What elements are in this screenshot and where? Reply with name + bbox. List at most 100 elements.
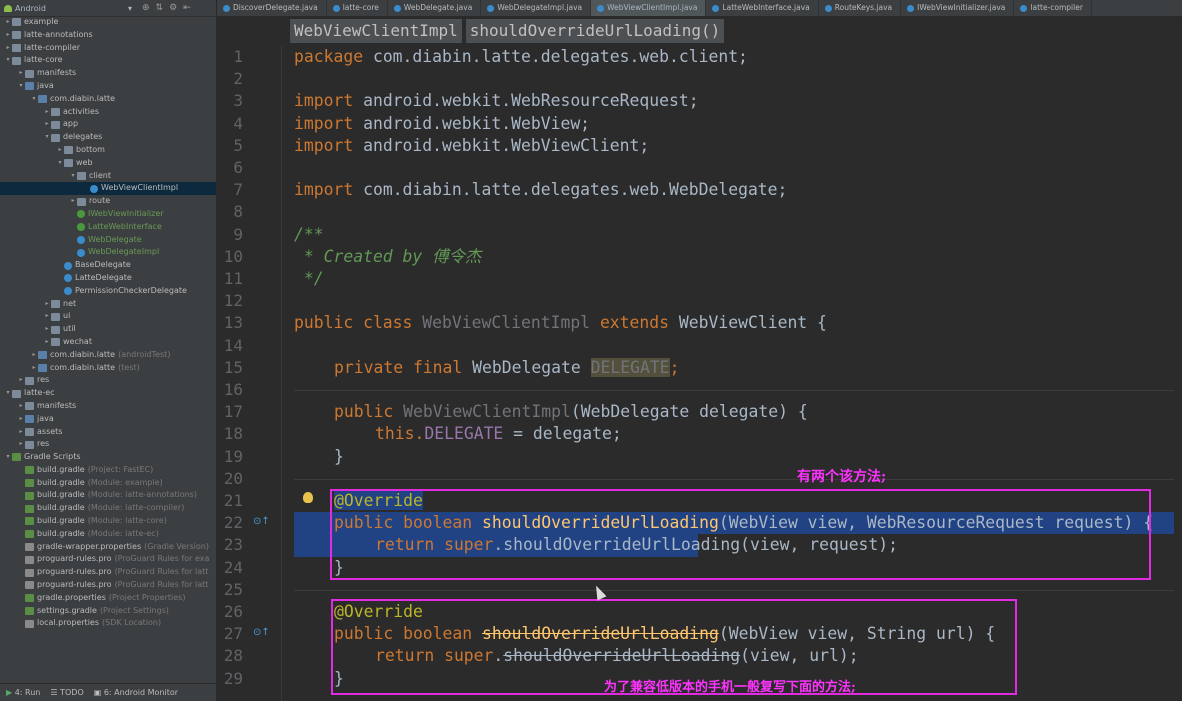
tree-item[interactable]: PermissionCheckerDelegate	[0, 285, 216, 298]
collapsed-arrow-icon[interactable]: ▸	[43, 323, 51, 336]
tree-item[interactable]: ▸ app	[0, 118, 216, 131]
editor-tab[interactable]: latte-compiler	[1014, 0, 1092, 16]
tree-item[interactable]: LatteWebInterface	[0, 221, 216, 234]
tree-item[interactable]: ▸ latte-annotations	[0, 29, 216, 42]
lightbulb-icon[interactable]	[303, 492, 313, 503]
tree-item[interactable]: gradle.properties (Project Properties)	[0, 592, 216, 605]
editor-tab[interactable]: RouteKeys.java	[819, 0, 902, 16]
tree-item[interactable]: ▸ bottom	[0, 144, 216, 157]
tree-item[interactable]: build.gradle (Module: latte-compiler)	[0, 502, 216, 515]
collapsed-arrow-icon[interactable]: ▸	[69, 195, 77, 208]
tree-item[interactable]: ▸ activities	[0, 106, 216, 119]
collapsed-arrow-icon[interactable]: ▸	[43, 118, 51, 131]
tree-item[interactable]: ▸ net	[0, 298, 216, 311]
expanded-arrow-icon[interactable]: ▾	[4, 387, 12, 400]
override-gutter-icon[interactable]: ⊙↑	[253, 516, 270, 527]
collapsed-arrow-icon[interactable]: ▸	[17, 400, 25, 413]
editor-tab[interactable]: LatteWebInterface.java	[706, 0, 819, 16]
collapsed-arrow-icon[interactable]: ▸	[17, 67, 25, 80]
editor-tab[interactable]: latte-core	[327, 0, 388, 16]
tree-item[interactable]: build.gradle (Module: latte-ec)	[0, 528, 216, 541]
expanded-arrow-icon[interactable]: ▾	[43, 131, 51, 144]
tree-item[interactable]: gradle-wrapper.properties (Gradle Version…	[0, 541, 216, 554]
tree-item[interactable]: IWebViewInitializer	[0, 208, 216, 221]
tree-item[interactable]: ▾ web	[0, 157, 216, 170]
tree-item[interactable]: ▸ util	[0, 323, 216, 336]
editor-tab[interactable]: IWebViewInitializer.java	[901, 0, 1015, 16]
tree-item[interactable]: ▾ com.diabin.latte	[0, 93, 216, 106]
tree-item[interactable]: build.gradle (Module: latte-core)	[0, 515, 216, 528]
tree-item[interactable]: proguard-rules.pro (ProGuard Rules for la…	[0, 579, 216, 592]
collapsed-arrow-icon[interactable]: ▸	[30, 362, 38, 375]
tree-item[interactable]: ▸ manifests	[0, 67, 216, 80]
collapse-icon[interactable]: ⇅	[156, 3, 164, 13]
tree-item[interactable]: ▸ com.diabin.latte (test)	[0, 362, 216, 375]
editor-tab[interactable]: WebViewClientImpl.java	[591, 0, 707, 16]
tree-item[interactable]: ▾ delegates	[0, 131, 216, 144]
tree-item[interactable]: WebDelegateImpl	[0, 246, 216, 259]
tree-item[interactable]: ▾ latte-core	[0, 54, 216, 67]
collapsed-arrow-icon[interactable]: ▸	[4, 16, 12, 29]
chevron-down-icon: ▾	[127, 3, 132, 13]
tree-item[interactable]: ▾ Gradle Scripts	[0, 451, 216, 464]
breadcrumb-class[interactable]: WebViewClientImpl	[290, 19, 462, 43]
collapsed-arrow-icon[interactable]: ▸	[56, 144, 64, 157]
collapsed-arrow-icon[interactable]: ▸	[17, 438, 25, 451]
collapsed-arrow-icon[interactable]: ▸	[4, 29, 12, 42]
tree-item[interactable]: build.gradle (Module: example)	[0, 477, 216, 490]
tree-item[interactable]: ▸ manifests	[0, 400, 216, 413]
hide-icon[interactable]: ⇤	[183, 3, 191, 13]
expanded-arrow-icon[interactable]: ▾	[69, 170, 77, 183]
tree-item[interactable]: BaseDelegate	[0, 259, 216, 272]
override-gutter-icon[interactable]: ⊙↑	[253, 627, 270, 638]
expanded-arrow-icon[interactable]: ▾	[4, 54, 12, 67]
expanded-arrow-icon[interactable]: ▾	[17, 80, 25, 93]
collapsed-arrow-icon[interactable]: ▸	[17, 374, 25, 387]
editor-tab[interactable]: WebDelegateImpl.java	[481, 0, 592, 16]
collapsed-arrow-icon[interactable]: ▸	[30, 349, 38, 362]
editor-tab[interactable]: WebDelegate.java	[388, 0, 482, 16]
tree-item[interactable]: WebViewClientImpl	[0, 182, 216, 196]
expanded-arrow-icon[interactable]: ▾	[30, 93, 38, 106]
collapsed-arrow-icon[interactable]: ▸	[4, 42, 12, 55]
tree-item[interactable]: local.properties (SDK Location)	[0, 617, 216, 630]
cls-icon	[77, 235, 85, 244]
collapsed-arrow-icon[interactable]: ▸	[43, 106, 51, 119]
tree-item[interactable]: ▸ route	[0, 195, 216, 208]
tree-item[interactable]: settings.gradle (Project Settings)	[0, 605, 216, 618]
collapsed-arrow-icon[interactable]: ▸	[43, 336, 51, 349]
breadcrumb-method[interactable]: shouldOverrideUrlLoading()	[465, 19, 725, 43]
sync-icon[interactable]: ⊕	[142, 3, 150, 13]
tree-item[interactable]: ▸ res	[0, 438, 216, 451]
tree-item[interactable]: ▸ assets	[0, 426, 216, 439]
expanded-arrow-icon[interactable]: ▾	[4, 451, 12, 464]
tree-item[interactable]: ▸ ui	[0, 310, 216, 323]
gear-icon[interactable]: ⚙	[169, 3, 177, 13]
tree-item[interactable]: ▾ java	[0, 80, 216, 93]
tree-item[interactable]: ▾ client	[0, 170, 216, 183]
tree-item[interactable]: ▸ java	[0, 413, 216, 426]
tree-item[interactable]: ▸ example	[0, 16, 216, 29]
tree-item[interactable]: proguard-rules.pro (ProGuard Rules for la…	[0, 566, 216, 579]
run-tool-button[interactable]: ▶ 4: Run	[6, 688, 40, 697]
view-selector-dropdown[interactable]: Android ▾	[4, 4, 132, 13]
todo-tool-button[interactable]: ☰ TODO	[50, 688, 83, 697]
tree-item[interactable]: WebDelegate	[0, 234, 216, 247]
tree-item[interactable]: build.gradle (Project: FastEC)	[0, 464, 216, 477]
tree-item[interactable]: ▸ latte-compiler	[0, 42, 216, 55]
expanded-arrow-icon[interactable]: ▾	[56, 157, 64, 170]
tree-item[interactable]: proguard-rules.pro (ProGuard Rules for ex…	[0, 553, 216, 566]
tree-item[interactable]: ▸ wechat	[0, 336, 216, 349]
collapsed-arrow-icon[interactable]: ▸	[43, 298, 51, 311]
editor-tab[interactable]: DiscoverDelegate.java	[217, 0, 327, 16]
tree-item[interactable]: build.gradle (Module: latte-annotations)	[0, 489, 216, 502]
collapsed-arrow-icon[interactable]: ▸	[17, 413, 25, 426]
tree-item[interactable]: LatteDelegate	[0, 272, 216, 285]
collapsed-arrow-icon[interactable]: ▸	[17, 426, 25, 439]
tree-item[interactable]: ▾ latte-ec	[0, 387, 216, 400]
android-monitor-button[interactable]: ▣ 6: Android Monitor	[94, 688, 178, 697]
tree-item[interactable]: ▸ res	[0, 374, 216, 387]
tree-item[interactable]: ▸ com.diabin.latte (androidTest)	[0, 349, 216, 362]
collapsed-arrow-icon[interactable]: ▸	[43, 310, 51, 323]
annotation-note-compat: 为了兼容低版本的手机一般复写下面的方法;	[604, 680, 856, 695]
